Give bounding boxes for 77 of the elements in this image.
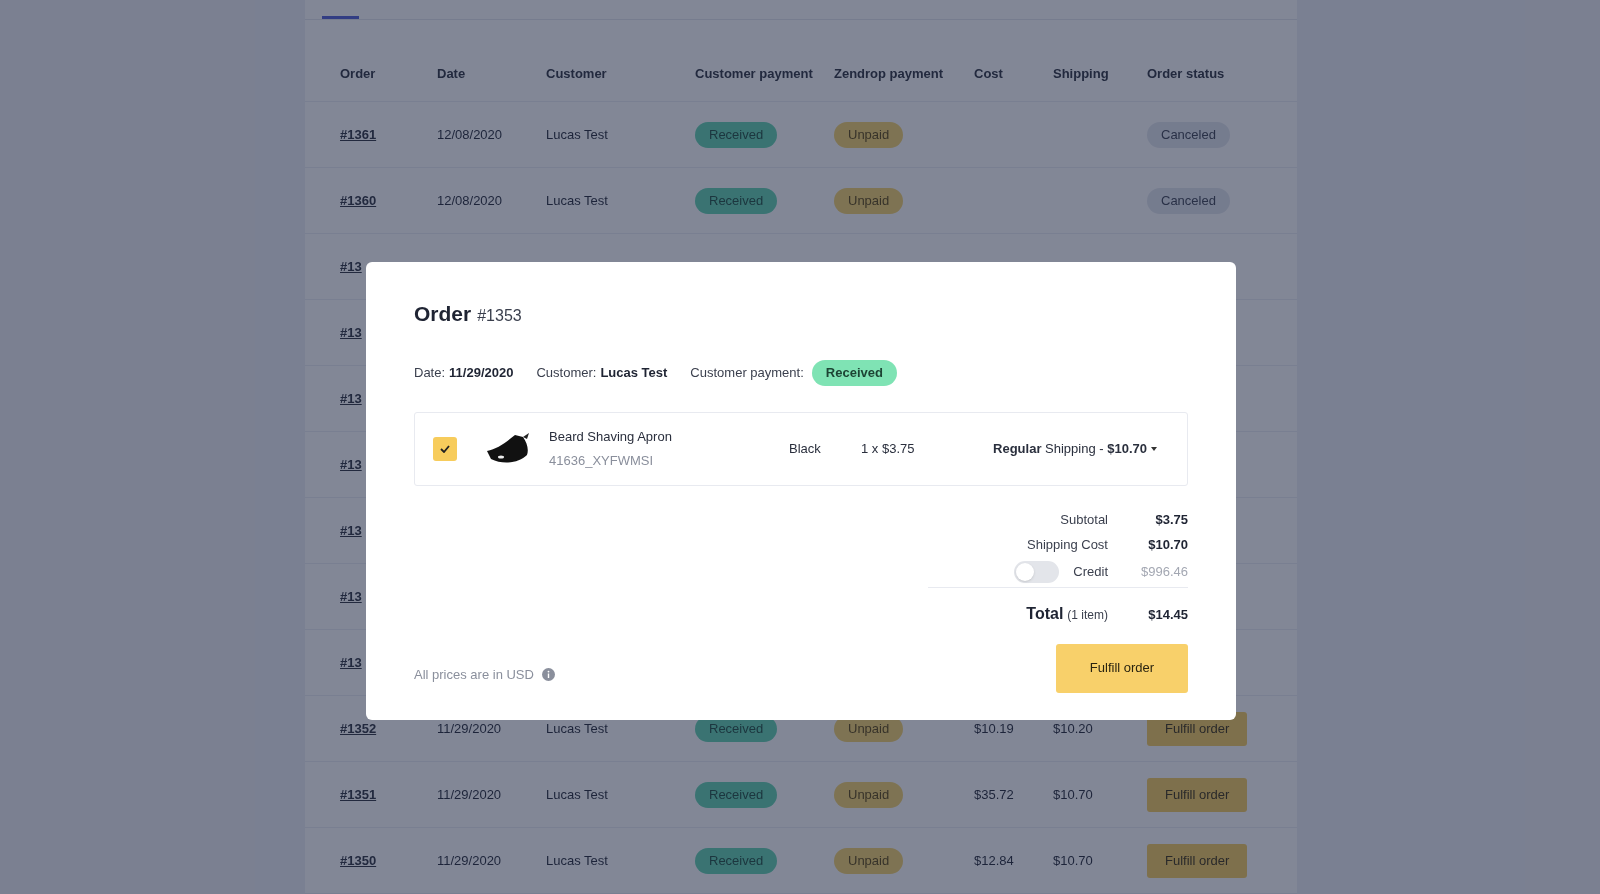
status-badge: Received: [695, 187, 778, 214]
product-sku: 41636_XYFWMSI: [549, 451, 655, 470]
status-badge: Received: [811, 359, 897, 386]
order-link[interactable]: #1360: [340, 192, 377, 208]
fulfill-order-button[interactable]: Fulfill order: [1056, 643, 1188, 693]
status-badge: Unpaid: [834, 781, 904, 808]
order-link[interactable]: #13: [340, 456, 362, 472]
currency-note: All prices are in USD: [414, 666, 534, 684]
table-cell: $10.70: [1053, 786, 1093, 802]
table-cell: $10.19: [974, 720, 1014, 736]
table-cell: Lucas Test: [546, 786, 608, 802]
status-badge: Unpaid: [834, 121, 904, 148]
column-header: Shipping: [1053, 65, 1110, 84]
column-header: Zendrop payment: [834, 65, 945, 84]
order-link[interactable]: #1350: [340, 852, 377, 868]
column-header: Date: [437, 65, 467, 84]
modal-title: Order: [414, 301, 472, 327]
table-cell: Lucas Test: [546, 720, 608, 736]
field-label: Customer payment:: [690, 363, 804, 382]
checkbox[interactable]: [433, 436, 457, 461]
table-cell: $12.84: [974, 852, 1014, 868]
variant-text: Black: [789, 439, 822, 458]
order-link[interactable]: #13: [340, 324, 362, 340]
column-header: Order: [340, 65, 377, 84]
order-link[interactable]: #13: [340, 654, 362, 670]
column-header: Customer payment: [695, 65, 814, 84]
column-header: Customer: [546, 65, 608, 84]
status-badge: Unpaid: [834, 847, 904, 874]
status-badge: Canceled: [1147, 187, 1230, 214]
info-icon[interactable]: [541, 668, 555, 682]
field-label: Customer:: [536, 363, 597, 382]
table-cell: Lucas Test: [546, 192, 608, 208]
total-label: Total: [1026, 603, 1064, 624]
summary-value: $10.70: [1147, 536, 1188, 555]
table-cell: 11/29/2020: [437, 786, 502, 802]
fulfill-order-button[interactable]: Fulfill order: [1147, 843, 1248, 878]
status-badge: Canceled: [1147, 121, 1230, 148]
summary-label: Shipping Cost: [1027, 536, 1108, 555]
column-header: Cost: [974, 65, 1004, 84]
product-name: Beard Shaving Apron: [549, 428, 673, 446]
summary-label: Subtotal: [1060, 511, 1108, 530]
status-badge: Received: [695, 847, 778, 874]
total-value: $14.45: [1147, 605, 1188, 624]
order-link[interactable]: #13: [340, 522, 362, 538]
shipping-dropdown[interactable]: Regular Shipping - $10.70: [993, 438, 1157, 459]
caret-icon: [1151, 446, 1157, 451]
field-value: Lucas Test: [600, 363, 668, 382]
table-cell: 12/08/2020: [437, 192, 503, 208]
status-badge: Received: [695, 121, 778, 148]
check-icon: [440, 444, 450, 453]
table-cell: 11/29/2020: [437, 852, 502, 868]
table-cell: Lucas Test: [546, 126, 608, 142]
field-value: 11/29/2020: [449, 363, 514, 382]
order-link[interactable]: #13: [340, 258, 362, 274]
column-header: Order status: [1147, 65, 1226, 84]
table-cell: 12/08/2020: [437, 126, 503, 142]
status-badge: Unpaid: [834, 187, 904, 214]
table-cell: $10.70: [1053, 852, 1093, 868]
summary-value: $3.75: [1154, 511, 1188, 530]
status-badge: Received: [695, 781, 778, 808]
quantity-price: 1 x $3.75: [861, 439, 916, 458]
order-link[interactable]: #13: [340, 588, 362, 604]
table-cell: $35.72: [974, 786, 1014, 802]
summary-value: $996.46: [1140, 563, 1188, 582]
summary-label: Credit: [1073, 563, 1108, 582]
table-cell: Lucas Test: [546, 852, 608, 868]
item-count: (1 item): [1067, 606, 1108, 624]
order-link[interactable]: #13: [340, 390, 362, 406]
order-link[interactable]: #1352: [340, 720, 377, 736]
order-link[interactable]: #1361: [340, 126, 377, 142]
field-label: Date:: [414, 363, 446, 382]
order-number: #1353: [477, 306, 522, 326]
table-cell: $10.20: [1053, 720, 1093, 736]
credit-toggle[interactable]: [1014, 561, 1060, 583]
order-link[interactable]: #1351: [340, 786, 377, 802]
fulfill-order-button[interactable]: Fulfill order: [1147, 777, 1248, 812]
table-cell: 11/29/2020: [437, 720, 502, 736]
